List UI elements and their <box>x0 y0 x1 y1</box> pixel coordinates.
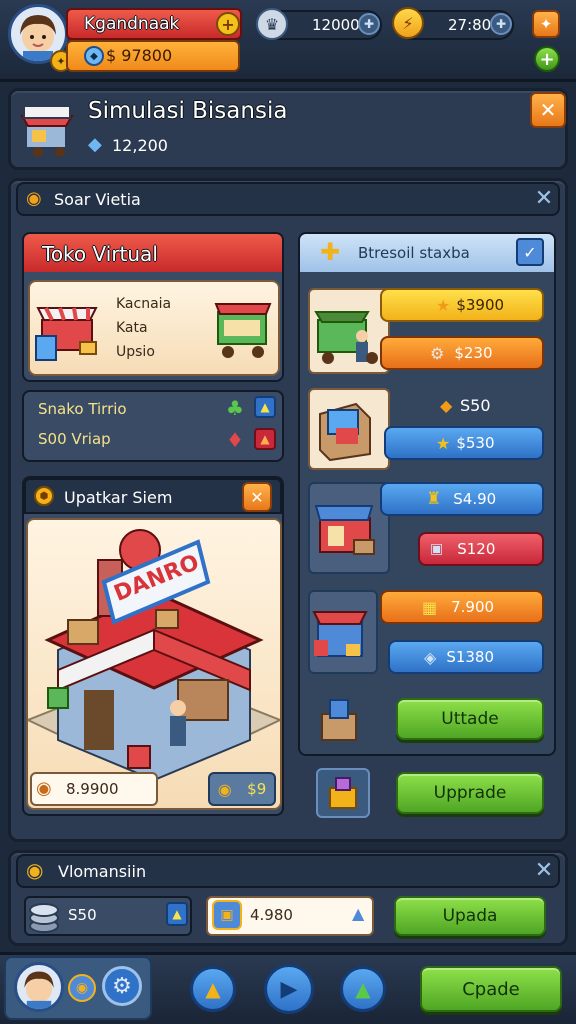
screen-icon: ▣ <box>430 541 444 557</box>
stat-one-value: 12000 <box>312 16 360 34</box>
clover-icon: ♣ <box>226 396 244 420</box>
shop-item-2-bottom-price: $530 <box>456 434 495 452</box>
toko-line-3: Upsio <box>116 344 155 360</box>
add-stat-two-icon[interactable]: ✚ <box>490 13 512 35</box>
upgrade-price: 8.9900 <box>66 780 119 798</box>
gear-icon: ⚙ <box>430 343 445 363</box>
energy-icon: ⚡ <box>392 7 424 39</box>
shop-list-title: Btresoil staxba <box>358 244 470 262</box>
nav-play-icon[interactable]: ▶ <box>264 964 314 1014</box>
shop-item-3-top-price: S4.90 <box>453 490 497 508</box>
shop-upgrade-button-2[interactable]: Upprade <box>396 772 544 814</box>
shop-item-4-bottom-price: S1380 <box>446 648 495 666</box>
toko-stat-one: Snako Tirrio <box>38 400 127 418</box>
donut-icon: ◉ <box>26 858 44 882</box>
toko-stat-two: S00 Vriap <box>38 430 111 448</box>
shop-item-1-bottom[interactable]: ⚙ $230 <box>380 336 544 370</box>
shop-list-check[interactable]: ✓ <box>516 238 544 266</box>
main-panel-title: Soar Vietia <box>54 190 141 209</box>
shop-item-3-bottom-price: S120 <box>457 540 496 558</box>
shop-item-3-top[interactable]: ♜ S4.90 <box>380 482 544 516</box>
trophy-icon: ♜ <box>426 489 442 509</box>
shop-item-1-art <box>308 288 390 374</box>
nav-coin-icon[interactable]: ◉ <box>68 974 96 1002</box>
nav-avatar-face-icon <box>24 971 54 1009</box>
shop-stall-icon <box>16 96 80 160</box>
gem-icon: ◆ <box>88 134 102 155</box>
star-icon: ★ <box>436 295 451 315</box>
chef-icon: ♛ <box>256 8 288 40</box>
add-button[interactable]: + <box>534 46 560 72</box>
shop-item-4-art <box>308 590 378 674</box>
shop-item-4-bottom[interactable]: ◈ S1380 <box>388 640 544 674</box>
shop-item-1-top[interactable]: ★ $3900 <box>380 288 544 322</box>
money-icon: ◆ <box>84 46 104 66</box>
crate-icon <box>318 696 360 744</box>
count-one: S50 <box>68 906 97 924</box>
header-gems: 12,200 <box>112 136 168 155</box>
bottom-panel-close-button[interactable]: ✕ <box>530 856 558 884</box>
food-cart-icon <box>314 311 378 364</box>
shop-building-art <box>26 518 282 810</box>
coin-stack-icon: ◆ <box>440 396 453 415</box>
main-panel-close-button[interactable]: ✕ <box>530 184 558 212</box>
shop-item-2-top-price: S50 <box>460 396 491 415</box>
gift-box-icon <box>329 777 357 809</box>
header-title: Simulasi Bisansia <box>88 98 288 124</box>
upgrade-preview-title: Upatkar Siem <box>64 488 173 507</box>
plus-icon: ✚ <box>320 238 341 266</box>
count-two-arrow-icon[interactable]: ▲ <box>352 904 364 923</box>
toko-line-1: Kacnaia <box>116 296 172 312</box>
ruby-icon: ♦ <box>226 428 244 452</box>
frame-icon: ▣ <box>212 900 242 930</box>
market-stall-icon <box>32 284 106 370</box>
settings-button[interactable]: ✦ <box>532 10 560 38</box>
player-name: Kgandnaak <box>84 14 180 34</box>
coin-icon: ◉ <box>26 188 42 209</box>
header-close-button[interactable]: ✕ <box>530 92 566 128</box>
upgrade-preview-close-button[interactable]: ✕ <box>242 482 272 512</box>
shop-item-4-top[interactable]: ▦ 7.900 <box>380 590 544 624</box>
nav-action-button[interactable]: Cpade <box>420 966 562 1012</box>
add-stat-one-icon[interactable]: ✚ <box>358 13 380 35</box>
toko-title: Toko Virtual <box>42 242 158 266</box>
shop-item-1-bottom-price: $230 <box>454 344 493 362</box>
stat-two-value: 27:80 <box>448 16 492 34</box>
shop-item-2-bottom[interactable]: ★ $530 <box>384 426 544 460</box>
nav-like-icon[interactable]: ▲ <box>340 966 386 1012</box>
diamond-icon: ◈ <box>424 647 437 667</box>
nav-avatar[interactable] <box>14 962 64 1012</box>
nav-gear-icon[interactable]: ⚙ <box>102 966 142 1006</box>
upgrade-cost-button[interactable]: ◉ $9 <box>208 772 276 806</box>
add-name-icon[interactable]: + <box>216 12 240 36</box>
shield-icon: ⬢ <box>34 486 54 506</box>
toko-line-2: Kata <box>116 320 148 336</box>
shop-building-icon <box>28 529 280 782</box>
bottom-action-button[interactable]: Upada <box>394 896 546 936</box>
store-icon <box>314 505 375 555</box>
upgrade-cost: $9 <box>247 780 267 798</box>
cost-coin-icon: ◉ <box>217 779 232 799</box>
cart-icon <box>212 292 274 362</box>
boost-arrow-icon[interactable]: ▲ <box>254 428 276 450</box>
shop-item-4-top-price: 7.900 <box>451 598 495 616</box>
nav-upgrade-icon[interactable]: ▲ <box>190 966 236 1012</box>
star-icon-2: ★ <box>436 433 451 453</box>
bottom-panel-title: Vlomansiin <box>58 862 147 881</box>
kiosk-icon <box>312 611 368 657</box>
chest-icon: ▦ <box>422 597 438 617</box>
gift-box-tile[interactable] <box>316 768 370 818</box>
shop-item-2-art <box>308 388 390 470</box>
upgrade-arrow-icon[interactable]: ▲ <box>254 396 276 418</box>
count-two: 4.980 <box>250 906 293 924</box>
shop-upgrade-button-1[interactable]: Uttade <box>396 698 544 740</box>
coin-pile-icon <box>28 898 60 934</box>
shop-item-3-bottom[interactable]: ▣ S120 <box>418 532 544 566</box>
upgrade-price-icon: ◉ <box>36 778 52 799</box>
player-money: $ 97800 <box>106 46 173 65</box>
shop-item-1-top-price: $3900 <box>456 296 505 314</box>
count-one-boost[interactable]: ▲ <box>166 902 188 926</box>
shop-item-3-art <box>308 482 390 574</box>
box-icon <box>319 402 371 462</box>
